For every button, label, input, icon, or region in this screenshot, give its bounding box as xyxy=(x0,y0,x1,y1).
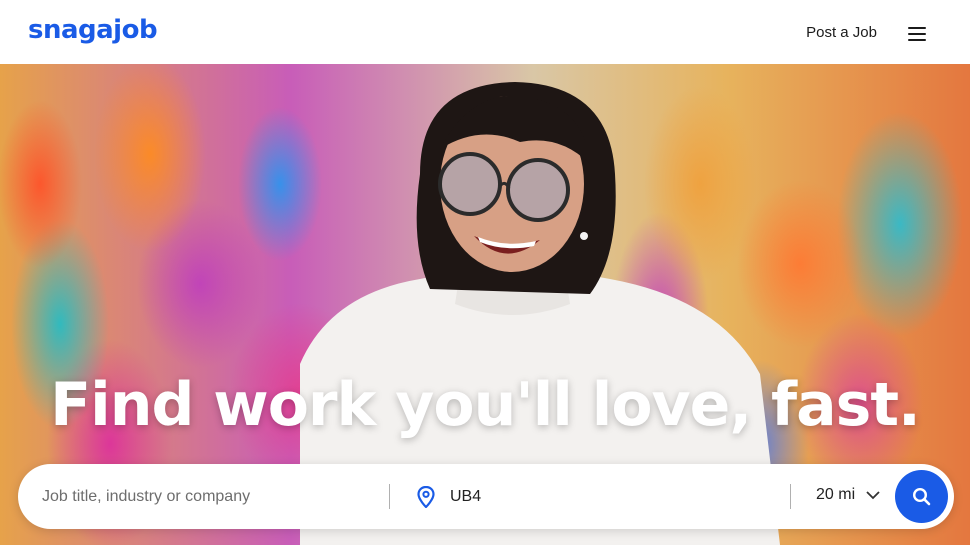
search-icon xyxy=(912,487,931,506)
search-divider xyxy=(389,484,390,509)
snagajob-logo[interactable]: snagajob xyxy=(28,15,158,45)
radius-select[interactable]: 20 mi xyxy=(816,486,855,504)
search-button[interactable] xyxy=(895,470,948,523)
post-a-job-link[interactable]: Post a Job xyxy=(806,24,877,41)
chevron-down-icon[interactable] xyxy=(866,490,880,500)
job-keyword-input[interactable] xyxy=(40,484,389,510)
hero-headline: Find work you'll love, fast. xyxy=(50,370,921,440)
hamburger-menu-icon[interactable] xyxy=(908,27,926,41)
location-input[interactable] xyxy=(448,484,782,510)
job-search-bar: 20 mi xyxy=(18,464,954,529)
map-pin-icon xyxy=(417,486,435,508)
site-header: snagajob Post a Job xyxy=(0,0,970,64)
search-divider xyxy=(790,484,791,509)
